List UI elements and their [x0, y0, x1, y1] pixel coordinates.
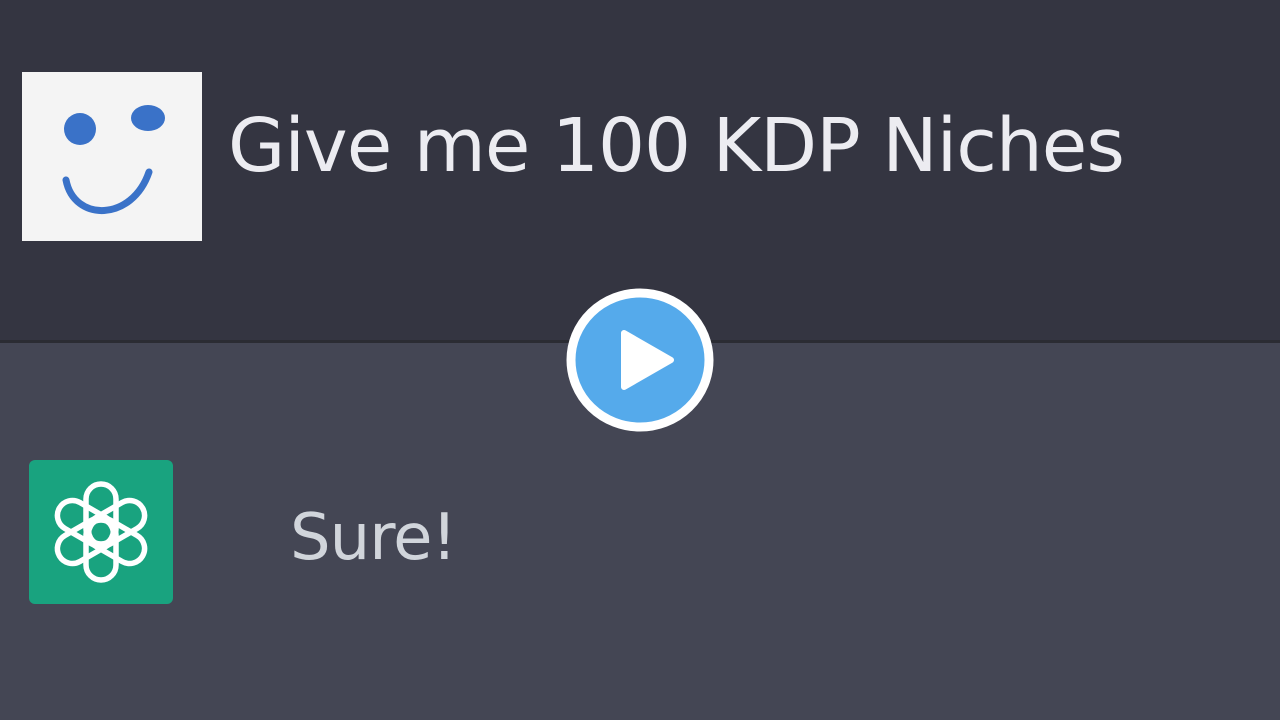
user-avatar [22, 72, 202, 241]
assistant-message-text: Sure! [290, 501, 457, 575]
play-icon [566, 288, 714, 432]
smiley-left-eye [64, 113, 96, 145]
smiley-face-icon [62, 105, 165, 215]
chatgpt-logo-icon [54, 481, 148, 583]
play-button[interactable] [565, 287, 715, 433]
smiley-right-eye [131, 105, 165, 131]
smiley-mouth [62, 168, 153, 215]
user-message-text: Give me 100 KDP Niches [228, 103, 1125, 189]
video-thumbnail: Give me 100 KDP Niches Sure! [0, 0, 1280, 720]
assistant-avatar [29, 460, 173, 604]
